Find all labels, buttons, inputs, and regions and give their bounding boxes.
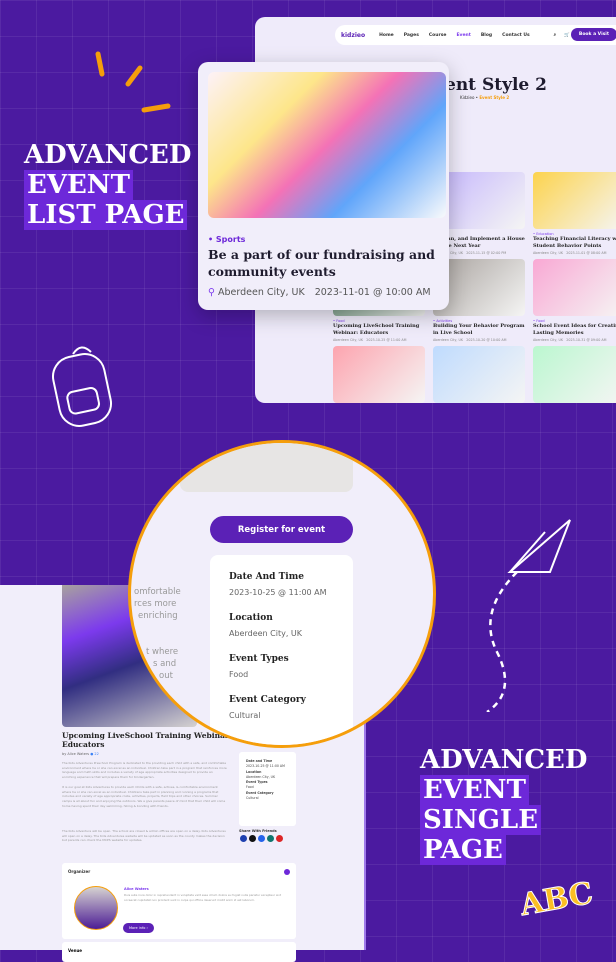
featured-event-card[interactable]: • Sports Be a part of our fundraising an… <box>198 62 449 310</box>
ghost-text: s and <box>153 659 177 669</box>
event-photo <box>180 443 353 492</box>
abc-logo: ABC <box>517 875 596 924</box>
event-card[interactable] <box>433 346 525 403</box>
paragraph: The Kids Adventure will be open. The sch… <box>62 829 226 843</box>
organizer-bio: Duis aute irure dolor in reprehenderit i… <box>124 893 282 902</box>
share-buttons <box>240 835 283 842</box>
search-icon[interactable]: ⌕ <box>554 32 557 38</box>
event-title[interactable]: Building Your Behavior Program in Live S… <box>433 323 525 336</box>
breadcrumb-current: Event Style 2 <box>479 95 510 100</box>
heading-line: ADVANCED <box>420 745 588 775</box>
event-meta: ⚲ Aberdeen City, UK 2023-11-01 @ 10:00 A… <box>208 287 431 298</box>
organizer-name[interactable]: Alice Waters <box>124 887 149 891</box>
more-info-button[interactable]: More info › <box>123 923 154 933</box>
heading-line: EVENT <box>24 170 133 200</box>
event-details-sidebar: Date and Time 2023-10-25 @ 11:00 AM Locat… <box>239 752 296 826</box>
venue-section[interactable]: Venue <box>62 942 296 962</box>
sparkle-dashes-icon <box>95 51 171 113</box>
telegram-icon[interactable] <box>267 835 274 842</box>
event-title[interactable]: Be a part of our fundraising and communi… <box>208 246 440 280</box>
event-meta: Aberdeen City, UK 2023-10-25 @ 11:00 AM <box>333 338 407 342</box>
event-image <box>333 346 425 403</box>
list-heading: ADVANCED EVENT LIST PAGE <box>24 140 191 230</box>
event-title[interactable]: School Event Ideas for Creating Lasting … <box>533 323 616 336</box>
event-image <box>533 172 616 229</box>
backpack-icon <box>52 346 112 427</box>
book-visit-button[interactable]: Book a Visit <box>570 28 616 41</box>
ghost-text: t where <box>146 647 179 657</box>
linkedin-icon[interactable] <box>258 835 265 842</box>
nav-home[interactable]: Home <box>379 33 394 38</box>
nav-bar: kidzieo Home Pages Course Event Blog Con… <box>335 25 616 45</box>
location-pin-icon: ⚲ <box>208 287 215 298</box>
nav-event[interactable]: Event <box>456 33 470 38</box>
event-meta: Aberdeen City, UK 2023-11-01 @ 08:00 AM <box>533 251 607 255</box>
event-card[interactable]: • Food School Event Ideas for Creating La… <box>533 259 616 342</box>
heading-line: ADVANCED <box>24 140 192 170</box>
event-meta: Aberdeen City, UK 2023-10-31 @ 09:00 AM <box>533 338 607 342</box>
event-meta: Aberdeen City, UK 2023-10-20 @ 10:00 AM <box>433 338 507 342</box>
venue-label: Venue <box>68 948 82 953</box>
ghost-text: enriching <box>138 611 178 621</box>
magnifier-circle: omfortable rces more enriching t where s… <box>128 440 436 748</box>
share-label: Share With Friends <box>239 829 277 833</box>
detail-value: Food <box>229 670 249 679</box>
nav-course[interactable]: Course <box>429 33 447 38</box>
register-button[interactable]: Register for event <box>210 516 353 543</box>
paragraph: The Kids Adventures Preschool Program is… <box>62 761 227 780</box>
event-card[interactable] <box>533 346 616 403</box>
event-card[interactable] <box>333 346 425 403</box>
event-image <box>533 259 616 316</box>
organizer-label: Organizer <box>68 869 91 874</box>
heading-line: SINGLE <box>420 805 542 835</box>
organizer-avatar <box>74 886 118 930</box>
event-image <box>208 72 446 218</box>
ghost-text: rces more <box>134 599 177 609</box>
nav-pages[interactable]: Pages <box>404 33 419 38</box>
byline: by Alice Waters ● 22 <box>62 752 99 756</box>
event-image <box>533 346 616 403</box>
event-date: 2023-11-01 @ 10:00 AM <box>314 287 431 298</box>
heading-line: EVENT <box>420 775 529 805</box>
event-card[interactable]: • Education Teaching Financial Literacy w… <box>533 172 616 255</box>
event-title[interactable]: Teaching Financial Literacy with Student… <box>533 236 616 249</box>
paragraph: It is our goal at Kids Adventures to pro… <box>62 785 226 808</box>
event-image <box>433 346 525 403</box>
logo[interactable]: kidzieo <box>341 32 365 39</box>
nav-contact[interactable]: Contact Us <box>502 33 530 38</box>
event-title[interactable]: Upcoming LiveSchool Training Webinar: Ed… <box>333 323 425 336</box>
breadcrumb: Kidzieo • Event Style 2 <box>460 95 510 100</box>
kite-icon <box>486 519 571 712</box>
collapse-icon[interactable] <box>284 869 290 875</box>
detail-label: Event Types <box>229 654 289 664</box>
event-details: Date And Time 2023-10-25 @ 11:00 AM Locat… <box>210 555 353 745</box>
single-heading: ADVANCED EVENT SINGLE PAGE <box>420 745 587 865</box>
event-location: Aberdeen City, UK <box>218 287 305 298</box>
detail-label: Event Category <box>229 695 306 705</box>
nav-blog[interactable]: Blog <box>481 33 492 38</box>
facebook-icon[interactable] <box>240 835 247 842</box>
detail-value: 2023-10-25 @ 11:00 AM <box>229 588 327 597</box>
detail-label: Location <box>229 613 273 623</box>
x-icon[interactable] <box>249 835 256 842</box>
cart-icon[interactable]: 🛒 <box>564 33 570 38</box>
organizer-section: Organizer Alice Waters Duis aute irure d… <box>62 863 296 939</box>
detail-value: Aberdeen City, UK <box>229 629 303 638</box>
heading-line: LIST PAGE <box>24 200 188 230</box>
ghost-text: out <box>159 671 173 681</box>
ghost-text: omfortable <box>134 587 181 597</box>
heading-line: PAGE <box>420 835 506 865</box>
detail-value: Cultural <box>229 711 261 720</box>
event-tag: • Sports <box>208 235 246 244</box>
pinterest-icon[interactable] <box>276 835 283 842</box>
breadcrumb-home[interactable]: Kidzieo <box>460 95 474 100</box>
page-title: ent Style 2 <box>445 75 547 95</box>
detail-label: Date And Time <box>229 572 304 582</box>
